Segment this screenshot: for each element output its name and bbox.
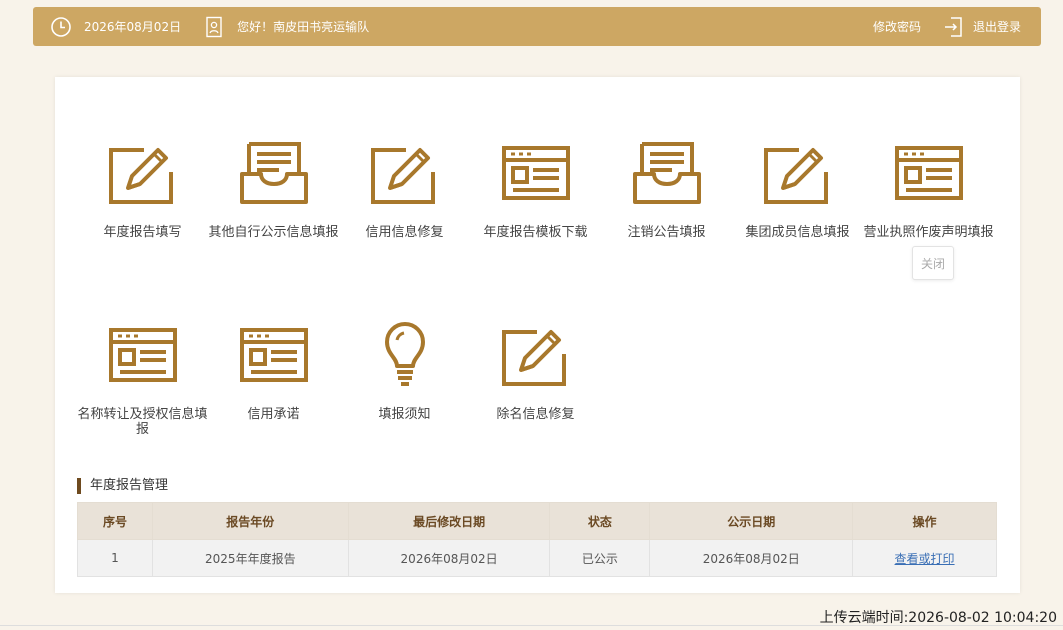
tile-filing-guide[interactable]: 填报须知 bbox=[339, 322, 470, 422]
tile-label: 信用信息修复 bbox=[365, 225, 444, 240]
top-bar: 2026年08月02日 您好！南皮田书亮运输队 修改密码 退出登录 bbox=[33, 7, 1041, 46]
window-form-icon bbox=[108, 328, 177, 382]
tile-credit-commitment[interactable]: 信用承诺 bbox=[208, 322, 339, 422]
divider bbox=[0, 625, 1063, 626]
edit-icon bbox=[108, 148, 173, 204]
logout-label: 退出登录 bbox=[972, 20, 1021, 34]
lightbulb-icon bbox=[384, 322, 425, 386]
cell-modified-date: 2026年08月02日 bbox=[347, 539, 551, 577]
edit-icon bbox=[763, 148, 828, 204]
tile-label: 年度报告模板下载 bbox=[483, 225, 588, 240]
tile-label: 年度报告填写 bbox=[103, 225, 182, 240]
cell-publish-date: 2026年08月02日 bbox=[649, 539, 854, 577]
tile-label: 营业执照作废声明填报 bbox=[863, 225, 994, 240]
edit-icon bbox=[370, 148, 435, 204]
column-header: 公示日期 bbox=[649, 502, 854, 540]
column-header: 状态 bbox=[549, 502, 651, 540]
window-form-icon bbox=[501, 146, 570, 200]
tile-license-void-statement[interactable]: 营业执照作废声明填报 bbox=[863, 140, 994, 240]
greeting-text: 您好！南皮田书亮运输队 bbox=[237, 20, 370, 34]
user-card-icon bbox=[203, 16, 225, 38]
clock-icon bbox=[50, 16, 72, 38]
tile-group-member-info[interactable]: 集团成员信息填报 bbox=[732, 140, 863, 240]
cell-report-year: 2025年年度报告 bbox=[151, 539, 349, 577]
tile-template-download[interactable]: 年度报告模板下载 bbox=[470, 140, 601, 240]
upload-time: 上传云端时间:2026-08-02 10:04:20 bbox=[819, 610, 1057, 626]
change-password-link[interactable]: 修改密码 bbox=[873, 18, 921, 35]
tile-label: 名称转让及授权信息填报 bbox=[77, 407, 208, 437]
column-header: 报告年份 bbox=[151, 502, 349, 540]
tile-cancellation-notice[interactable]: 注销公告填报 bbox=[601, 140, 732, 240]
cell-status: 已公示 bbox=[549, 539, 651, 577]
tile-name-transfer-auth[interactable]: 名称转让及授权信息填报 bbox=[77, 322, 208, 437]
tile-annual-report-fill[interactable]: 年度报告填写 bbox=[77, 140, 208, 240]
window-form-icon bbox=[894, 146, 963, 200]
tile-label: 信用承诺 bbox=[247, 407, 300, 422]
logout-icon bbox=[943, 16, 965, 38]
current-date: 2026年08月02日 bbox=[84, 20, 182, 34]
column-header: 操作 bbox=[852, 502, 997, 540]
column-header: 序号 bbox=[77, 502, 153, 540]
inbox-icon bbox=[632, 142, 701, 204]
tile-credit-repair[interactable]: 信用信息修复 bbox=[339, 140, 470, 240]
tile-label: 集团成员信息填报 bbox=[745, 225, 850, 240]
view-or-print-link[interactable]: 查看或打印 bbox=[895, 552, 955, 566]
tile-label: 填报须知 bbox=[378, 407, 431, 422]
close-button[interactable]: 关闭 bbox=[912, 246, 954, 280]
tile-label: 其他自行公示信息填报 bbox=[208, 225, 339, 240]
table-row: 1 2025年年度报告 2026年08月02日 已公示 2026年08月02日 … bbox=[77, 539, 997, 577]
window-form-icon bbox=[239, 328, 308, 382]
tile-removal-repair[interactable]: 除名信息修复 bbox=[470, 322, 601, 422]
column-header: 最后修改日期 bbox=[347, 502, 551, 540]
section-title: 年度报告管理 bbox=[77, 478, 168, 494]
tile-other-public-info[interactable]: 其他自行公示信息填报 bbox=[208, 140, 339, 240]
tile-label: 注销公告填报 bbox=[627, 225, 706, 240]
logout-button[interactable]: 退出登录 bbox=[943, 16, 1021, 38]
cell-index: 1 bbox=[77, 539, 153, 577]
main-panel: 年度报告填写 其他自行公示信息填报 信用信息修复 年度报告模板下载 注销公告填报… bbox=[55, 77, 1020, 593]
annual-report-table: 序号 报告年份 最后修改日期 状态 公示日期 操作 1 2025年年度报告 20… bbox=[77, 502, 997, 577]
edit-icon bbox=[501, 330, 566, 386]
tile-label: 除名信息修复 bbox=[496, 407, 575, 422]
inbox-icon bbox=[239, 142, 308, 204]
cell-action: 查看或打印 bbox=[852, 539, 997, 577]
table-header-row: 序号 报告年份 最后修改日期 状态 公示日期 操作 bbox=[77, 502, 997, 540]
